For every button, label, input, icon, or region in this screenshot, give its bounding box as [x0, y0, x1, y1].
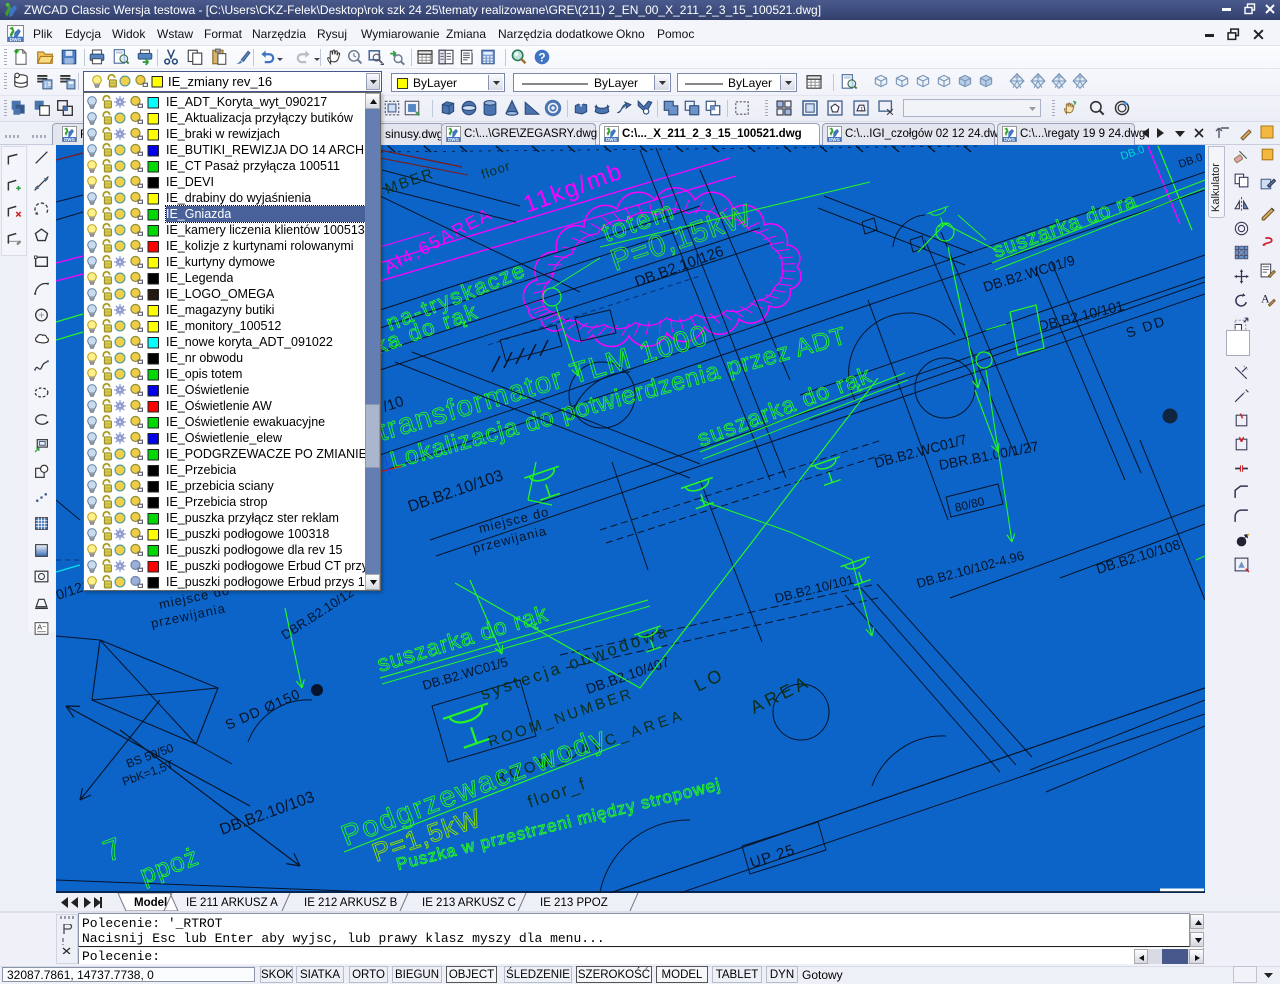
svg-text:DWG: DWG	[10, 37, 22, 42]
svg-text:IE 212 ARKUSZ B: IE 212 ARKUSZ B	[304, 897, 398, 909]
svg-text:1: 1	[860, 106, 864, 113]
svg-text:A: A	[1261, 293, 1270, 306]
svg-text:IE 211 ARKUSZ A: IE 211 ARKUSZ A	[186, 897, 278, 909]
svg-text:DWG: DWG	[1004, 137, 1015, 142]
svg-text:IE 213 PPOZ: IE 213 PPOZ	[540, 897, 608, 909]
svg-text:DWG: DWG	[606, 137, 617, 142]
svg-text:Model: Model	[134, 897, 167, 909]
svg-text:A: A	[37, 623, 42, 632]
svg-text:?: ?	[538, 51, 545, 65]
svg-text:DWG: DWG	[829, 137, 840, 142]
svg-text:DWG: DWG	[448, 137, 459, 142]
svg-text:DWG: DWG	[64, 137, 75, 142]
svg-text:IE 213 ARKUSZ C: IE 213 ARKUSZ C	[422, 897, 516, 909]
